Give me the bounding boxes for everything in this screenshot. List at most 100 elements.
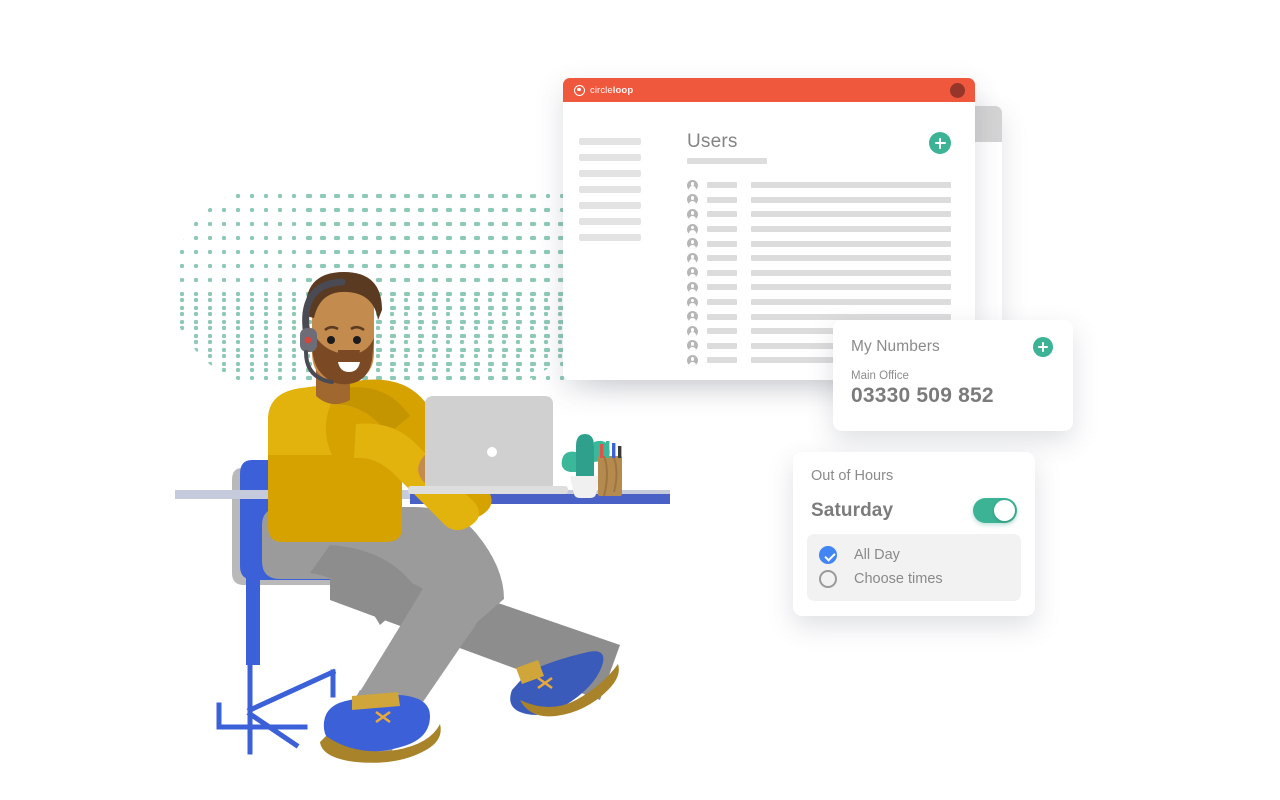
sock-far: [516, 660, 544, 684]
cactus-pot: [570, 476, 600, 498]
cell-detail-placeholder: [751, 269, 951, 276]
radio-unchecked-icon[interactable]: [819, 570, 837, 588]
brand-name: circleloop: [590, 85, 633, 96]
shoe-near-sole: [320, 724, 441, 763]
cell-name-placeholder: [707, 357, 737, 364]
cell-name-placeholder: [707, 182, 737, 189]
avatar: [687, 296, 698, 308]
table-row[interactable]: [687, 207, 951, 222]
number-label: Main Office: [851, 370, 909, 382]
my-numbers-card[interactable]: My Numbers Main Office 03330 509 852: [833, 320, 1073, 431]
pen-black: [618, 446, 622, 458]
avatar: [687, 281, 698, 293]
cell-detail-placeholder: [751, 299, 951, 306]
avatar: [687, 340, 698, 352]
laptop-base: [408, 486, 568, 494]
day-row: Saturday: [811, 498, 1017, 523]
shoe-far-sole: [520, 664, 619, 717]
cell-detail-placeholder: [751, 182, 951, 189]
sweater-torso: [268, 379, 492, 542]
sweater-collar-shade: [334, 387, 410, 434]
avatar: [687, 208, 698, 220]
laptop-logo-icon: [487, 447, 497, 457]
arm-sleeve: [354, 423, 480, 531]
table-row[interactable]: [687, 280, 951, 295]
avatar: [687, 325, 698, 337]
cell-name-placeholder: [707, 196, 737, 203]
sidebar-item-placeholder[interactable]: [579, 186, 641, 193]
app-titlebar: circleloop: [563, 78, 975, 102]
sidebar-item-placeholder[interactable]: [579, 154, 641, 161]
thigh-shade: [310, 545, 418, 625]
dotted-background-blob-lower: [172, 290, 592, 382]
option-choose-times[interactable]: Choose times: [819, 567, 1009, 591]
table-row[interactable]: [687, 193, 951, 208]
schedule-options: All Day Choose times: [807, 534, 1021, 601]
table-row[interactable]: [687, 222, 951, 237]
out-of-hours-card[interactable]: Out of Hours Saturday All Day Choose tim…: [793, 452, 1035, 616]
sweater-shoulder-light: [268, 383, 342, 455]
table-row[interactable]: [687, 236, 951, 251]
cell-detail-placeholder: [751, 240, 951, 247]
add-number-button[interactable]: [1033, 337, 1053, 357]
cell-name-placeholder: [707, 240, 737, 247]
option-all-day[interactable]: All Day: [819, 543, 1009, 567]
option-label: Choose times: [854, 571, 943, 587]
add-user-button[interactable]: [929, 132, 951, 154]
chair-post: [246, 560, 260, 665]
option-label: All Day: [854, 547, 900, 563]
table-row[interactable]: [687, 295, 951, 310]
table-row[interactable]: [687, 266, 951, 281]
sidebar-item-placeholder[interactable]: [579, 218, 641, 225]
brand-prefix: circle: [590, 84, 613, 96]
thigh: [262, 507, 504, 635]
sidebar-item-placeholder[interactable]: [579, 138, 641, 145]
avatar: [687, 238, 698, 250]
cell-detail-placeholder: [751, 196, 951, 203]
pen-holder-grain-2: [613, 457, 618, 493]
shin-near: [334, 574, 482, 756]
cell-name-placeholder: [707, 299, 737, 306]
cell-detail-placeholder: [751, 313, 951, 320]
app-sidebar[interactable]: [563, 102, 671, 380]
cell-name-placeholder: [707, 328, 737, 335]
my-numbers-title: My Numbers: [851, 338, 940, 355]
pen-holder: [598, 456, 622, 496]
pen-blue: [612, 443, 616, 458]
pen-holder-grain: [603, 455, 608, 497]
cell-name-placeholder: [707, 255, 737, 262]
radio-checked-icon[interactable]: [819, 546, 837, 564]
illustration-canvas: circleloop Users My Numbers Main Office …: [0, 0, 1280, 800]
chair-base-icon: [216, 657, 389, 755]
circleloop-logo-icon: [574, 84, 585, 96]
cactus-arm-right: [594, 440, 610, 462]
cell-detail-placeholder: [751, 226, 951, 233]
sidebar-item-placeholder[interactable]: [579, 170, 641, 177]
laptop-lid: [425, 396, 553, 486]
table-row[interactable]: [687, 251, 951, 266]
cactus-body: [576, 434, 594, 488]
toggle-knob: [994, 500, 1015, 521]
cell-name-placeholder: [707, 284, 737, 291]
avatar: [687, 267, 698, 279]
out-of-hours-toggle[interactable]: [973, 498, 1017, 523]
cell-name-placeholder: [707, 226, 737, 233]
cell-detail-placeholder: [751, 284, 951, 291]
sidebar-item-placeholder[interactable]: [579, 234, 641, 241]
sock-near: [352, 692, 400, 710]
page-title: Users: [687, 131, 738, 152]
table-row[interactable]: [687, 178, 951, 193]
chair-back-shadow: [232, 468, 347, 585]
cell-name-placeholder: [707, 342, 737, 349]
avatar: [687, 223, 698, 235]
cell-name-placeholder: [707, 211, 737, 218]
desk-surface: [175, 490, 670, 499]
cell-detail-placeholder: [751, 211, 951, 218]
cactus-arm-left: [561, 451, 576, 472]
sidebar-item-placeholder[interactable]: [579, 202, 641, 209]
avatar: [687, 194, 698, 206]
pen-green: [606, 441, 610, 458]
window-close-icon[interactable]: [950, 82, 965, 98]
avatar: [687, 179, 698, 191]
shoe-far: [510, 651, 604, 715]
